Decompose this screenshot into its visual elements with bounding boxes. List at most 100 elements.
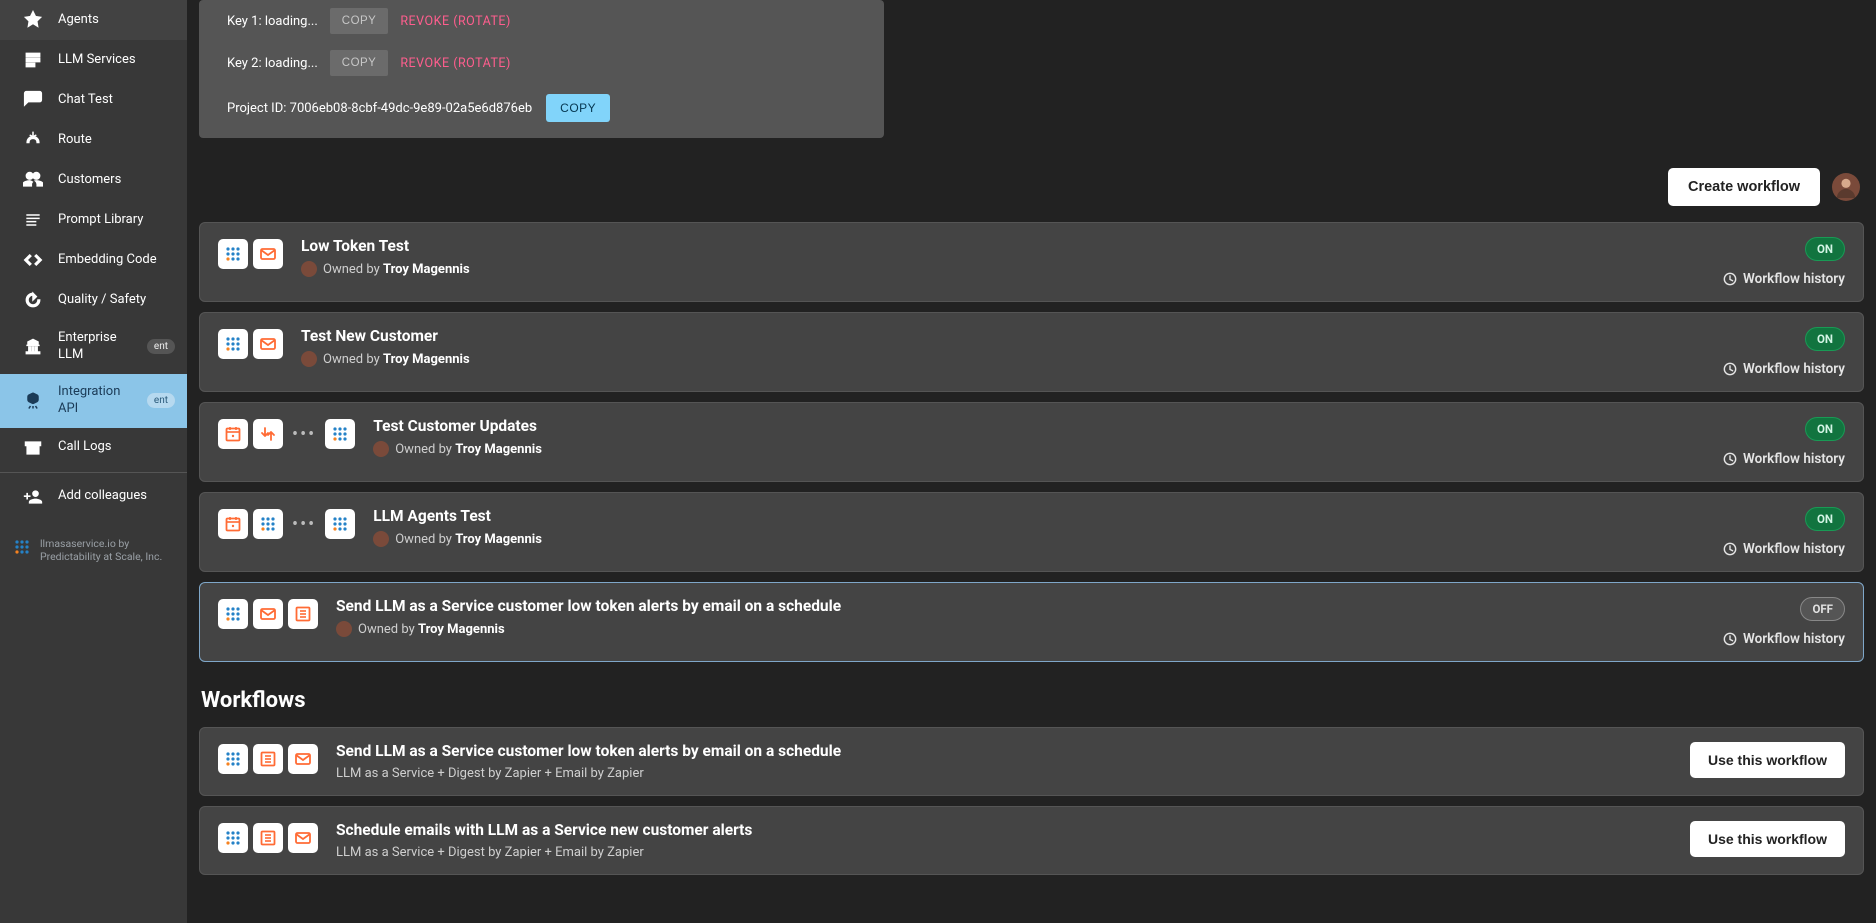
zap-status-toggle[interactable]: ON xyxy=(1805,417,1845,441)
owner-avatar xyxy=(336,621,352,637)
dots-icon xyxy=(218,329,248,359)
key2-label: Key 2: loading... xyxy=(227,56,318,71)
key2-row: Key 2: loading... COPY REVOKE (ROTATE) xyxy=(227,42,864,84)
sidebar-icon xyxy=(22,391,44,411)
template-title: Schedule emails with LLM as a Service ne… xyxy=(336,821,1690,839)
template-step-icons xyxy=(218,823,318,853)
zap-owner: Owned by Troy Magennis xyxy=(301,351,1723,367)
zap-card[interactable]: Test New Customer Owned by Troy Magennis O… xyxy=(199,312,1864,392)
person-add-icon xyxy=(22,487,44,507)
mail-icon xyxy=(253,239,283,269)
sidebar-item-label: Enterprise LLM xyxy=(58,330,127,364)
sidebar-icon xyxy=(22,10,44,30)
workflow-history-link[interactable]: Workflow history xyxy=(1723,631,1845,647)
sidebar-item-label: Embedding Code xyxy=(58,252,175,269)
owner-avatar xyxy=(373,531,389,547)
sidebar-item-integration-api[interactable]: Integration APIent xyxy=(0,374,187,428)
sidebar-badge: ent xyxy=(147,339,175,354)
key2-copy-button[interactable]: COPY xyxy=(330,50,389,76)
sidebar-add-colleagues[interactable]: Add colleagues xyxy=(0,477,187,517)
key2-revoke-link[interactable]: REVOKE (ROTATE) xyxy=(400,56,511,71)
zap-card[interactable]: Low Token TestOwned by Troy MagennisONWo… xyxy=(199,222,1864,302)
sidebar-item-route[interactable]: Route xyxy=(0,120,187,160)
sidebar-item-label: Add colleagues xyxy=(58,488,175,505)
key1-revoke-link[interactable]: REVOKE (ROTATE) xyxy=(400,14,511,29)
sidebar-item-prompt-library[interactable]: Prompt Library xyxy=(0,200,187,240)
sidebar-divider xyxy=(0,472,187,473)
sidebar-icon xyxy=(22,438,44,458)
workflow-history-link[interactable]: Workflow history xyxy=(1723,271,1845,287)
sidebar-item-label: LLM Services xyxy=(58,52,175,69)
sidebar-item-call-logs[interactable]: Call Logs xyxy=(0,428,187,468)
project-copy-button[interactable]: COPY xyxy=(546,94,610,122)
zap-card[interactable]: Send LLM as a Service customer low token… xyxy=(199,582,1864,662)
sidebar-icon xyxy=(22,90,44,110)
zap-card[interactable]: •••Test Customer UpdatesOwned by Troy Ma… xyxy=(199,402,1864,482)
zap-step-icons: ••• xyxy=(218,419,355,449)
use-workflow-button[interactable]: Use this workflow xyxy=(1690,742,1845,778)
dots-icon xyxy=(218,823,248,853)
owner-avatar xyxy=(301,261,317,277)
sidebar-icon xyxy=(22,290,44,310)
main-content: Key 1: loading... COPY REVOKE (ROTATE) K… xyxy=(187,0,1876,923)
sidebar-icon xyxy=(22,130,44,150)
dots-icon xyxy=(218,744,248,774)
zap-step-icons xyxy=(218,329,283,359)
zap-list: Low Token Test Owned by Troy Magennis ON Wo… xyxy=(199,222,1864,662)
brand-logo-icon xyxy=(12,537,32,557)
key1-copy-button[interactable]: COPY xyxy=(330,8,389,34)
workflow-template-card: Schedule emails with LLM as a Service ne… xyxy=(199,806,1864,875)
sidebar-item-embedding-code[interactable]: Embedding Code xyxy=(0,240,187,280)
sidebar-item-enterprise-llm[interactable]: Enterprise LLM ent xyxy=(0,320,187,374)
create-workflow-button[interactable]: Create workflow xyxy=(1668,168,1820,206)
workflows-heading: Workflows xyxy=(201,688,1864,713)
more-steps-icon[interactable]: ••• xyxy=(288,514,320,535)
template-title: Send LLM as a Service customer low token… xyxy=(336,742,1690,760)
user-avatar[interactable] xyxy=(1832,173,1860,201)
zap-card[interactable]: ••• LLM Agents Test Owned by Troy Magennis… xyxy=(199,492,1864,572)
digest-icon xyxy=(288,599,318,629)
topbar: Create workflow xyxy=(199,138,1864,222)
mail-icon xyxy=(253,599,283,629)
owner-avatar xyxy=(301,351,317,367)
project-id-row: Project ID: 7006eb08-8cbf-49dc-9e89-02a5… xyxy=(227,84,864,122)
sidebar-footer-text: llmasaservice.io by Predictability at Sc… xyxy=(40,537,175,563)
sidebar-item-agents[interactable]: Agents xyxy=(0,0,187,40)
sidebar-footer: llmasaservice.io by Predictability at Sc… xyxy=(0,525,187,581)
arrowdn-icon xyxy=(253,419,283,449)
zap-owner: Owned by Troy Magennis xyxy=(373,531,1723,547)
dots-icon xyxy=(325,509,355,539)
cal-icon xyxy=(218,419,248,449)
digest-icon xyxy=(253,823,283,853)
workflow-template-card: Send LLM as a Service customer low token… xyxy=(199,727,1864,796)
zap-title: Test Customer Updates xyxy=(373,417,1723,435)
sidebar-item-quality-safety[interactable]: Quality / Safety xyxy=(0,280,187,320)
dots-icon xyxy=(218,239,248,269)
zap-status-toggle[interactable]: ON xyxy=(1805,327,1845,351)
sidebar-badge: ent xyxy=(147,393,175,408)
sidebar-item-customers[interactable]: Customers xyxy=(0,160,187,200)
workflow-history-link[interactable]: Workflow history xyxy=(1723,541,1845,557)
zap-status-toggle[interactable]: OFF xyxy=(1800,597,1845,621)
zap-step-icons xyxy=(218,599,318,629)
sidebar-icon xyxy=(22,250,44,270)
zap-status-toggle[interactable]: ON xyxy=(1805,237,1845,261)
dots-icon xyxy=(253,509,283,539)
zap-title: Test New Customer xyxy=(301,327,1723,345)
zap-title: LLM Agents Test xyxy=(373,507,1723,525)
template-step-icons xyxy=(218,744,318,774)
use-workflow-button[interactable]: Use this workflow xyxy=(1690,821,1845,857)
sidebar-item-llm-services[interactable]: LLM Services xyxy=(0,40,187,80)
zap-owner: Owned by Troy Magennis xyxy=(336,621,1723,637)
zap-title: Low Token Test xyxy=(301,237,1723,255)
more-steps-icon[interactable]: ••• xyxy=(288,424,320,445)
api-keys-panel: Key 1: loading... COPY REVOKE (ROTATE) K… xyxy=(199,0,884,138)
zap-step-icons xyxy=(218,239,283,269)
workflow-history-link[interactable]: Workflow history xyxy=(1723,361,1845,377)
owner-avatar xyxy=(373,441,389,457)
workflow-history-link[interactable]: Workflow history xyxy=(1723,451,1845,467)
zap-status-toggle[interactable]: ON xyxy=(1805,507,1845,531)
dots-icon xyxy=(218,599,248,629)
sidebar-item-chat-test[interactable]: Chat Test xyxy=(0,80,187,120)
sidebar: Agents LLM Services Chat TestRouteCustomer… xyxy=(0,0,187,923)
